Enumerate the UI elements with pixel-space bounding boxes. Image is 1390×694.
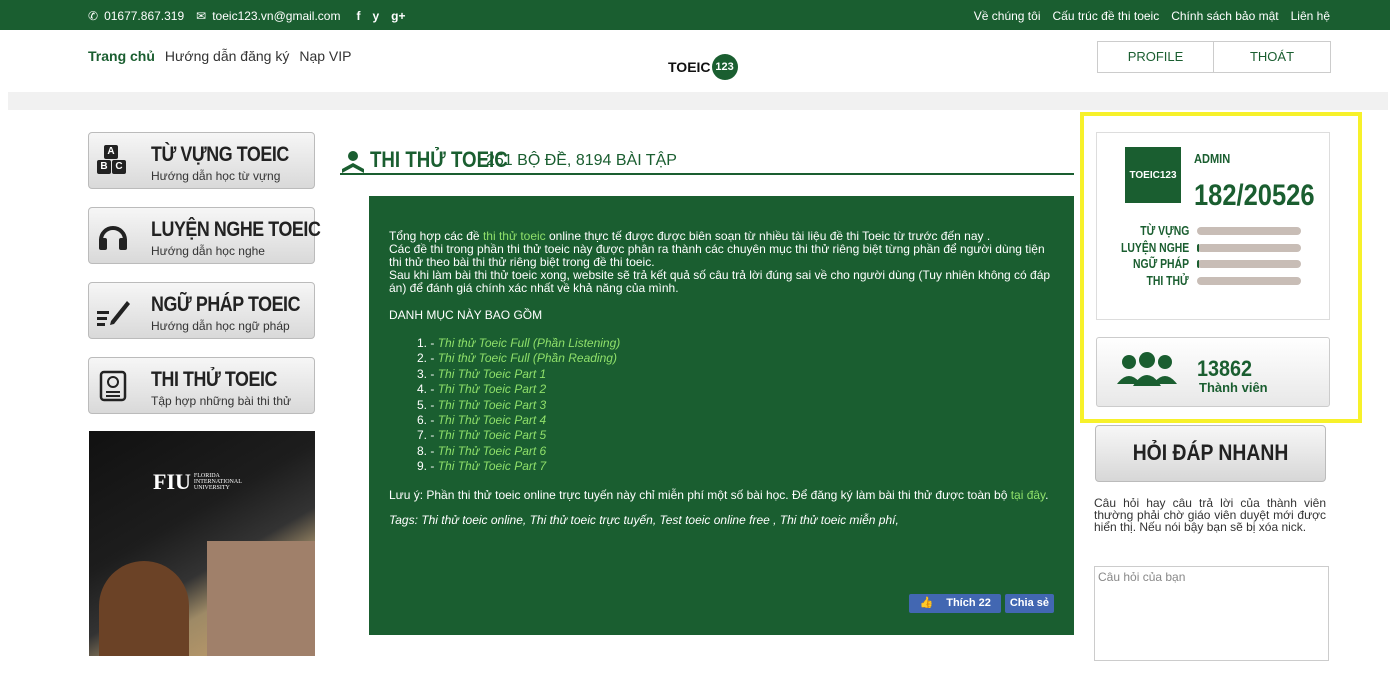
register-link[interactable]: tại đây bbox=[1011, 488, 1045, 502]
menu-title: TỪ VỰNG TOEIC bbox=[151, 143, 289, 166]
nav-home[interactable]: Trang chủ bbox=[88, 48, 155, 64]
nav-vip[interactable]: Nạp VIP bbox=[299, 48, 351, 64]
page-subtitle: 251 BỘ ĐỀ, 8194 BÀI TẬP bbox=[486, 152, 677, 169]
tags-label: Tags bbox=[389, 512, 415, 527]
list-item: 8. - Thi Thử Toeic Part 6 bbox=[417, 443, 547, 458]
paragraph-3: Sau khi làm bài thi thử toeic xong, webs… bbox=[389, 268, 1051, 295]
note-paragraph: Lưu ý: Phần thi thử toeic online trực tu… bbox=[389, 487, 1049, 502]
menu-title: LUYỆN NGHE TOEIC bbox=[151, 218, 321, 241]
section-title: THI THỬ TOEIC 251 BỘ ĐỀ, 8194 BÀI TẬP bbox=[340, 145, 1074, 177]
phone-icon: ✆ bbox=[88, 9, 99, 23]
headphones-icon bbox=[97, 220, 129, 252]
top-bar: ✆ 01677.867.319 ✉ toeic123.vn@gmail.com … bbox=[0, 0, 1390, 30]
logout-button[interactable]: THOÁT bbox=[1214, 41, 1331, 73]
tags-text: : Thi thử toeic online, Thi thử toeic tr… bbox=[414, 512, 899, 527]
menu-vocabulary[interactable]: ABC TỪ VỰNG TOEIC Hướng dẫn học từ vựng bbox=[88, 132, 315, 189]
logo-badge: 123 bbox=[711, 54, 738, 80]
share-button[interactable]: Chia sẻ bbox=[1004, 594, 1054, 613]
email-icon: ✉ bbox=[196, 9, 207, 23]
google-plus-icon[interactable]: g+ bbox=[391, 9, 405, 23]
menu-subtitle: Hướng dẫn học ngữ pháp bbox=[151, 319, 290, 333]
menu-title: NGỮ PHÁP TOEIC bbox=[151, 293, 301, 316]
list-link[interactable]: Thi Thử Toeic Part 1 bbox=[438, 367, 547, 381]
menu-grammar[interactable]: NGỮ PHÁP TOEIC Hướng dẫn học ngữ pháp bbox=[88, 282, 315, 339]
logo-text: TOEIC bbox=[668, 59, 711, 75]
list-item: 3. - Thi Thử Toeic Part 1 bbox=[417, 366, 547, 381]
quick-qa-button[interactable]: HỎI ĐÁP NHANH bbox=[1095, 425, 1326, 482]
quick-qa-description: Câu hỏi hay câu trả lời của thành viên t… bbox=[1094, 496, 1326, 534]
link-exam-structure[interactable]: Cấu trúc đề thi toeic bbox=[1052, 9, 1159, 23]
abc-blocks-icon: ABC bbox=[97, 145, 126, 174]
thumbs-up-icon: 👍 bbox=[914, 594, 939, 612]
twitter-icon[interactable]: y bbox=[372, 9, 379, 23]
list-item: 1. - Thi thử Toeic Full (Phần Listening) bbox=[417, 336, 621, 350]
account-buttons: PROFILE THOÁT bbox=[1097, 41, 1331, 73]
list-link[interactable]: Thi thử Toeic Full (Phần Listening) bbox=[438, 336, 621, 350]
tags-line: Tags: Thi thử toeic online, Thi thử toei… bbox=[389, 512, 1054, 527]
list-link[interactable]: Thi Thử Toeic Part 7 bbox=[438, 459, 547, 473]
highlight-box bbox=[1080, 112, 1362, 423]
category-list: 1. - Thi thử Toeic Full (Phần Listening)… bbox=[417, 336, 1054, 475]
exam-icon bbox=[97, 370, 129, 402]
link-about[interactable]: Về chúng tôi bbox=[974, 9, 1041, 23]
menu-subtitle: Hướng dẫn học từ vựng bbox=[151, 169, 281, 183]
header-divider bbox=[8, 92, 1388, 110]
list-link[interactable]: Thi Thử Toeic Part 4 bbox=[438, 413, 547, 427]
list-item: 6. - Thi Thử Toeic Part 4 bbox=[417, 413, 547, 428]
site-logo[interactable]: TOEIC 123 bbox=[668, 54, 738, 80]
list-item: 7. - Thi Thử Toeic Part 5 bbox=[417, 428, 547, 443]
list-item: 9. - Thi Thử Toeic Part 7 bbox=[417, 459, 547, 474]
advertisement-banner[interactable]: FIU FLORIDA INTERNATIONAL UNIVERSITY bbox=[89, 431, 315, 656]
social-links: f y g+ bbox=[356, 9, 405, 23]
pencil-icon bbox=[97, 295, 130, 327]
list-item: 4. - Thi Thử Toeic Part 2 bbox=[417, 382, 547, 397]
intro-link[interactable]: thi thử toeic bbox=[483, 229, 546, 243]
list-item: 2. - Thi thử Toeic Full (Phần Reading) bbox=[417, 351, 617, 366]
profile-button[interactable]: PROFILE bbox=[1097, 41, 1214, 73]
list-link[interactable]: Thi Thử Toeic Part 3 bbox=[438, 398, 547, 412]
menu-subtitle: Hướng dẫn học nghe bbox=[151, 244, 265, 258]
title-underline bbox=[340, 173, 1074, 175]
menu-listening[interactable]: LUYỆN NGHE TOEIC Hướng dẫn học nghe bbox=[88, 207, 321, 264]
list-link[interactable]: Thi Thử Toeic Part 5 bbox=[438, 428, 547, 442]
link-contact[interactable]: Liên hệ bbox=[1291, 9, 1330, 23]
list-link[interactable]: Thi Thử Toeic Part 2 bbox=[438, 382, 547, 396]
top-links: Về chúng tôi Cấu trúc đề thi toeic Chính… bbox=[974, 9, 1330, 23]
ad-photo-class bbox=[207, 541, 315, 656]
facebook-actions: 👍 Thích 22 Chia sẻ bbox=[909, 594, 1054, 613]
main-nav: Trang chủ Hướng dẫn đăng ký Nạp VIP bbox=[88, 48, 351, 64]
like-button[interactable]: 👍 Thích 22 bbox=[909, 594, 1001, 613]
facebook-icon[interactable]: f bbox=[356, 9, 360, 23]
ad-photo-student bbox=[99, 561, 189, 656]
list-item: 5. - Thi Thử Toeic Part 3 bbox=[417, 397, 547, 412]
left-menu: ABC TỪ VỰNG TOEIC Hướng dẫn học từ vựng … bbox=[88, 132, 321, 432]
phone-number: 01677.867.319 bbox=[104, 9, 185, 23]
reader-icon bbox=[340, 149, 366, 175]
nav-register-guide[interactable]: Hướng dẫn đăng ký bbox=[165, 48, 289, 64]
list-link[interactable]: Thi Thử Toeic Part 6 bbox=[438, 444, 547, 458]
menu-title: THI THỬ TOEIC bbox=[151, 368, 277, 391]
content-box: Tổng hợp các đề thi thử toeic online thự… bbox=[369, 196, 1074, 635]
contact-info: ✆ 01677.867.319 ✉ toeic123.vn@gmail.com … bbox=[88, 9, 406, 23]
menu-subtitle: Tập hợp những bài thi thử bbox=[151, 394, 292, 408]
paragraph-2: Các đề thi trong phần thi thử toeic này … bbox=[389, 242, 1045, 269]
list-link[interactable]: Thi thử Toeic Full (Phần Reading) bbox=[438, 351, 617, 365]
question-input[interactable] bbox=[1094, 566, 1329, 661]
header: Trang chủ Hướng dẫn đăng ký Nạp VIP TOEI… bbox=[0, 30, 1390, 92]
menu-practice-test[interactable]: THI THỬ TOEIC Tập hợp những bài thi thử bbox=[88, 357, 315, 414]
link-privacy[interactable]: Chính sách bảo mật bbox=[1171, 9, 1278, 23]
ad-brand: FIU FLORIDA INTERNATIONAL UNIVERSITY bbox=[153, 469, 242, 494]
email-address: toeic123.vn@gmail.com bbox=[212, 9, 341, 23]
category-heading: DANH MỤC NÀY BAO GỒM bbox=[389, 308, 543, 322]
